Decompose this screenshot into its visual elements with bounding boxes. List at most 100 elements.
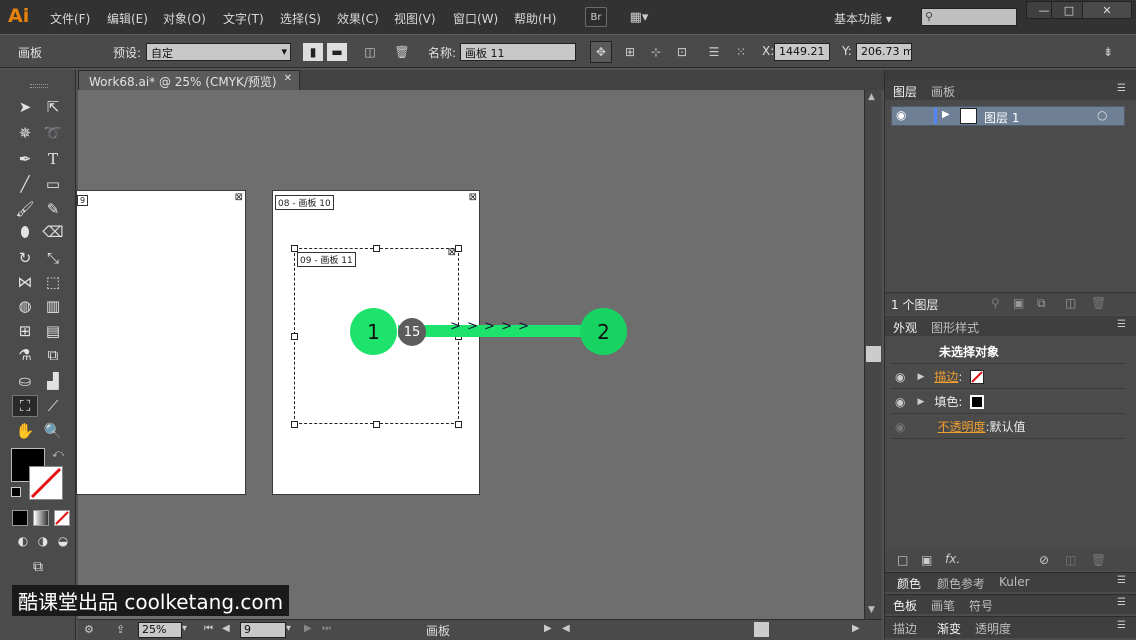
move-copy-artwork-icon[interactable]: ✥ xyxy=(590,41,612,63)
symbol-sprayer-tool-icon[interactable]: ⛀ xyxy=(12,370,38,392)
panel-menu-icon[interactable]: ☰ xyxy=(1117,597,1126,608)
zoom-select[interactable]: 25% xyxy=(138,622,182,638)
rotate-tool-icon[interactable]: ↻ xyxy=(12,247,38,269)
layer-row[interactable]: ◉ ▶ 图层 1 ○ xyxy=(891,106,1125,126)
share-icon[interactable]: ⇪ xyxy=(116,623,125,636)
delete-item-icon[interactable]: 🗑 xyxy=(1091,553,1106,567)
pen-tool-icon[interactable]: ✒ xyxy=(12,148,38,170)
column-graph-tool-icon[interactable]: ▟ xyxy=(40,370,66,392)
panel-menu-icon[interactable]: ☰ xyxy=(1117,575,1126,586)
panel-menu-icon[interactable]: ☰ xyxy=(1117,620,1126,631)
resize-handle[interactable] xyxy=(455,245,462,252)
paintbrush-tool-icon[interactable]: 🖌 xyxy=(12,198,38,220)
workspace-switcher[interactable]: 基本功能 ▾ xyxy=(834,10,892,27)
tab-graphic-styles[interactable]: 图形样式 xyxy=(931,319,979,336)
pencil-tool-icon[interactable]: ✎ xyxy=(40,198,66,220)
line-tool-icon[interactable]: ╱ xyxy=(12,173,38,195)
direct-selection-tool-icon[interactable]: ⇱ xyxy=(40,96,66,118)
scroll-down-icon[interactable]: ▼ xyxy=(868,605,875,615)
scroll-up-icon[interactable]: ▲ xyxy=(868,92,875,102)
mesh-tool-icon[interactable]: ⊞ xyxy=(12,320,38,342)
default-fill-stroke-icon[interactable] xyxy=(11,487,21,497)
stroke-swatch[interactable] xyxy=(29,466,63,500)
draw-inside-icon[interactable]: ◒ xyxy=(50,530,76,552)
eyedropper-tool-icon[interactable]: ⚗ xyxy=(12,344,38,366)
landscape-orientation-icon[interactable]: ▬ xyxy=(327,43,347,61)
zoom-dropdown-icon[interactable]: ▾ xyxy=(182,623,187,634)
menu-view[interactable]: 视图(V) xyxy=(394,10,436,27)
new-artboard-icon[interactable]: ◫ xyxy=(360,43,380,61)
tab-symbols[interactable]: 符号 xyxy=(969,597,993,614)
expand-arrow-icon[interactable]: ▶ xyxy=(917,397,924,407)
new-layer-icon[interactable]: ◫ xyxy=(1065,296,1076,310)
add-fill-icon[interactable]: ▣ xyxy=(921,553,932,567)
screen-mode-icon[interactable]: ⧉ xyxy=(25,556,51,578)
color-mode-icon[interactable] xyxy=(12,510,28,526)
visibility-eye-icon[interactable]: ◉ xyxy=(895,370,905,384)
vertical-scrollbar[interactable]: ▲ ▼ xyxy=(864,90,882,620)
control-bar-menu-icon[interactable]: ⇟ xyxy=(1098,43,1118,61)
perspective-grid-tool-icon[interactable]: ▥ xyxy=(40,295,66,317)
menu-effect[interactable]: 效果(C) xyxy=(337,10,379,27)
menu-window[interactable]: 窗口(W) xyxy=(453,10,498,27)
zoom-tool-icon[interactable]: 🔍 xyxy=(40,420,66,442)
tab-appearance[interactable]: 外观 xyxy=(893,319,917,336)
resize-handle[interactable] xyxy=(373,245,380,252)
layer-name[interactable]: 图层 1 xyxy=(984,109,1019,126)
resize-handle[interactable] xyxy=(291,421,298,428)
artboard-options-icon[interactable]: ☰ xyxy=(704,43,724,61)
width-tool-icon[interactable]: ⋈ xyxy=(12,271,38,293)
artboard-close-icon[interactable]: ⊠ xyxy=(235,192,243,203)
resize-handle[interactable] xyxy=(291,333,298,340)
menu-help[interactable]: 帮助(H) xyxy=(514,10,556,27)
fill-color-swatch[interactable] xyxy=(970,394,985,409)
scroll-thumb[interactable] xyxy=(866,346,881,362)
visibility-eye-icon[interactable]: ◉ xyxy=(895,395,905,409)
fill-row[interactable]: ◉ ▶ 填色: xyxy=(891,390,1125,414)
clear-appearance-icon[interactable]: ⊘ xyxy=(1039,553,1049,567)
locate-object-icon[interactable]: ⚲ xyxy=(991,296,1000,310)
lasso-tool-icon[interactable]: ➰ xyxy=(40,122,66,144)
opacity-row[interactable]: ◉ 不透明度 : 默认值 xyxy=(891,415,1125,439)
panel-menu-icon[interactable]: ☰ xyxy=(1117,319,1126,330)
hscroll-right-icon[interactable]: ▶ xyxy=(852,623,860,634)
first-artboard-icon[interactable]: ⏮ xyxy=(204,623,213,634)
panel-menu-icon[interactable]: ☰ xyxy=(1117,83,1126,94)
menu-type[interactable]: 文字(T) xyxy=(223,10,264,27)
blend-tool-icon[interactable]: ⧉ xyxy=(40,344,66,366)
resize-handle[interactable] xyxy=(455,421,462,428)
tab-stroke[interactable]: 描边 xyxy=(893,620,917,637)
clipping-mask-icon[interactable]: ▣ xyxy=(1013,296,1024,310)
hscroll-thumb[interactable] xyxy=(754,622,769,637)
gradient-mode-icon[interactable] xyxy=(33,510,49,526)
status-menu-icon[interactable]: ▶ xyxy=(544,623,552,634)
delete-layer-icon[interactable]: 🗑 xyxy=(1091,296,1106,310)
toolbox-grip[interactable] xyxy=(30,84,48,88)
menu-edit[interactable]: 编辑(E) xyxy=(107,10,148,27)
slice-tool-icon[interactable]: ⟋ xyxy=(40,395,66,417)
gradient-tool-icon[interactable]: ▤ xyxy=(40,320,66,342)
free-transform-tool-icon[interactable]: ⬚ xyxy=(40,271,66,293)
type-tool-icon[interactable]: T xyxy=(40,148,66,170)
artboard-name-input[interactable]: 画板 11 xyxy=(460,43,576,61)
artboard-tool-icon[interactable]: ⛶ xyxy=(12,395,38,417)
search-input[interactable]: ⚲ xyxy=(921,8,1017,26)
add-stroke-icon[interactable]: □ xyxy=(897,553,908,567)
tab-color[interactable]: 颜色 xyxy=(897,575,921,592)
menu-object[interactable]: 对象(O) xyxy=(163,10,206,27)
scale-tool-icon[interactable]: ⤡ xyxy=(40,247,66,269)
tab-color-guide[interactable]: 颜色参考 xyxy=(937,575,985,592)
show-cross-hairs-icon[interactable]: ⊹ xyxy=(646,43,666,61)
document-tab[interactable]: Work68.ai* @ 25% (CMYK/预览) ✕ xyxy=(78,70,300,90)
close-tab-icon[interactable]: ✕ xyxy=(284,73,292,84)
reference-point-icon[interactable]: ⁙ xyxy=(731,43,751,61)
tab-gradient[interactable]: 渐变 xyxy=(937,620,961,637)
tab-swatches[interactable]: 色板 xyxy=(893,597,917,614)
artboard-close-icon[interactable]: ⊠ xyxy=(469,192,477,203)
preset-select[interactable]: 自定 ▾ xyxy=(146,43,291,61)
previous-artboard-icon[interactable]: ◀ xyxy=(222,623,230,634)
swap-fill-stroke-icon[interactable]: ⤺ xyxy=(52,447,64,461)
rectangle-tool-icon[interactable]: ▭ xyxy=(40,173,66,195)
next-artboard-icon[interactable]: ▶ xyxy=(304,623,312,634)
duplicate-item-icon[interactable]: ◫ xyxy=(1065,553,1076,567)
